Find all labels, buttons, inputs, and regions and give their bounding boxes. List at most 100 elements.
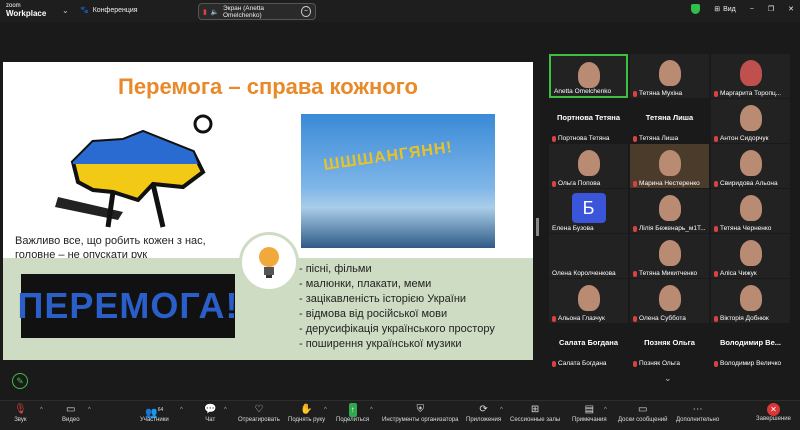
participant-tile[interactable]: Марина Нестеренко — [630, 144, 709, 188]
host-tools-label: Инструменты организатора — [382, 417, 459, 423]
participant-tile[interactable]: Аліса Чижук — [711, 234, 790, 278]
participant-tile[interactable]: Anetta Omelchenko — [549, 54, 628, 98]
participant-tile[interactable]: Олена Суббота — [630, 279, 709, 323]
participant-name: Лілія Беженарь_м1T... — [633, 225, 706, 232]
participant-tile[interactable]: Салата Богдана Салата Богдана — [549, 324, 628, 368]
chevron-up-icon[interactable]: ^ — [500, 407, 503, 413]
chevron-up-icon[interactable]: ^ — [370, 407, 373, 413]
meeting-info[interactable]: 🐾 Конференция — [80, 6, 138, 15]
more-button[interactable]: ⋯ Дополнительно — [676, 403, 719, 423]
mic-muted-icon — [714, 315, 718, 322]
end-call-icon: ✕ — [766, 403, 780, 416]
participant-tile[interactable]: Олена Королченкова — [549, 234, 628, 278]
speaker-icon: 🔈 — [210, 8, 219, 16]
annotate-icon[interactable]: ✎ — [12, 373, 28, 389]
close-icon[interactable]: ✕ — [788, 5, 794, 13]
participant-name: Олена Суббота — [633, 315, 686, 322]
resize-handle[interactable] — [536, 218, 539, 236]
participant-video — [577, 285, 600, 311]
shield-icon: ⛨ — [416, 404, 424, 415]
participant-big-name: Тетяна Лиша — [645, 113, 694, 122]
participant-name: Аліса Чижук — [714, 270, 757, 277]
mic-muted-icon — [714, 135, 718, 142]
host-tools-button[interactable]: ⛨ Инструменты организатора — [382, 403, 458, 423]
audio-button[interactable]: 🎙 Звук — [14, 403, 27, 423]
participant-tile[interactable]: Свиридова Альона — [711, 144, 790, 188]
subtext-line-1: Важливо все, що робить кожен з нас, — [15, 235, 206, 247]
participant-name: Свиридова Альона — [714, 180, 778, 187]
chevron-up-icon[interactable]: ^ — [40, 407, 43, 413]
participant-tile[interactable]: Лілія Беженарь_м1T... — [630, 189, 709, 233]
shield-icon[interactable] — [691, 4, 701, 14]
participant-name: Тетяна Микитченко — [633, 270, 697, 277]
chat-label: Чат — [205, 417, 216, 423]
ukraine-map-image — [55, 114, 213, 228]
mic-muted-icon — [714, 270, 718, 277]
react-label: Отреагировать — [238, 417, 280, 423]
participant-tile[interactable]: Позняк Ольга Позняк Ольга — [630, 324, 709, 368]
bullet-list: - пісні, фільми - малюнки, плакати, меми… — [299, 262, 495, 352]
participant-name: Тетяна Лиша — [633, 135, 678, 142]
participant-name: Маргарита Торопц... — [714, 90, 781, 97]
participant-tile[interactable]: Альона Глазчук — [549, 279, 628, 323]
participant-tile[interactable]: Тетяна Черненко — [711, 189, 790, 233]
chevron-up-icon[interactable]: ^ — [324, 407, 327, 413]
participants-icon: 👥64 — [145, 407, 164, 419]
chevron-up-icon[interactable]: ^ — [224, 407, 227, 413]
participant-video — [739, 195, 762, 221]
participant-video — [658, 285, 681, 311]
more-label: Дополнительно — [676, 417, 720, 423]
participant-tile[interactable]: Портнова Тетяна Портнова Тетяна — [549, 99, 628, 143]
participant-video — [577, 62, 600, 88]
participant-video — [739, 150, 762, 176]
participant-tile[interactable]: Б Елена Бузова — [549, 189, 628, 233]
chevron-down-icon[interactable]: ⌄ — [62, 6, 69, 15]
zoom-logo: zoom Workplace — [6, 2, 46, 18]
react-button[interactable]: ♡ Отреагировать — [238, 403, 280, 423]
participant-tile[interactable]: Володимир Ве... Володимир Величко — [711, 324, 790, 368]
participant-big-name: Володимир Ве... — [720, 338, 781, 347]
participant-tile[interactable]: Вікторія Добнюк — [711, 279, 790, 323]
participant-name: Альона Глазчук — [552, 315, 605, 322]
minimize-icon[interactable]: − — [750, 6, 754, 13]
bullet-item: - відмова від російської мови — [299, 308, 448, 320]
bullet-item: - поширення української музики — [299, 338, 462, 350]
end-button[interactable]: ✕ Завершение — [756, 403, 791, 422]
breakout-rooms-button[interactable]: ⊞ Сессионные залы — [510, 403, 560, 423]
participant-tile[interactable]: Тетяна Микитченко — [630, 234, 709, 278]
peremoga-banner: ПЕРЕМОГА! — [17, 274, 238, 338]
screen-share-pill[interactable]: ▮ 🔈 Экран (Anetta Omelchenko) − — [198, 3, 316, 20]
participant-big-name: Портнова Тетяна — [556, 113, 621, 122]
participant-tile[interactable]: Маргарита Торопц... — [711, 54, 790, 98]
meeting-toolbar: 🎙 Звук ^ ▭ Видео ^ 👥64 Участники ^ 💬 Чат… — [0, 400, 800, 430]
mic-muted-icon — [633, 270, 637, 277]
participant-tile[interactable]: Тетяна Мухіна — [630, 54, 709, 98]
logo-line2: Workplace — [6, 9, 47, 18]
share-button[interactable]: ↑ Поделиться — [336, 403, 369, 423]
stop-share-icon[interactable]: − — [300, 6, 311, 17]
participant-tile[interactable]: Ольга Попова — [549, 144, 628, 188]
participant-tile[interactable]: Тетяна Лиша Тетяна Лиша — [630, 99, 709, 143]
notes-button[interactable]: ▤ Примечания — [572, 403, 607, 423]
participant-video — [658, 240, 681, 266]
chat-button[interactable]: 💬 Чат — [204, 403, 216, 423]
mic-muted-icon — [633, 360, 637, 367]
rooms-icon: ⊞ — [530, 404, 540, 415]
participant-name: Позняк Ольга — [633, 360, 680, 367]
participant-tile[interactable]: Антон Сидорчук — [711, 99, 790, 143]
chevron-down-icon[interactable]: ⌄ — [664, 373, 672, 384]
end-label: Завершение — [756, 416, 791, 422]
chevron-up-icon[interactable]: ^ — [604, 407, 607, 413]
participants-button[interactable]: 👥64 Участники — [140, 403, 169, 423]
video-button[interactable]: ▭ Видео — [62, 403, 80, 423]
chevron-up-icon[interactable]: ^ — [88, 407, 91, 413]
docs-button[interactable]: ▭ Доски сообщений — [618, 403, 668, 423]
restore-icon[interactable]: ❐ — [768, 5, 774, 13]
participant-video — [658, 150, 681, 176]
view-menu[interactable]: ⊞ Вид — [714, 5, 736, 14]
mic-muted-icon — [714, 360, 718, 367]
apps-button[interactable]: ⟳ Приложения — [466, 403, 501, 423]
raise-hand-button[interactable]: ✋ Поднять руку — [288, 403, 325, 423]
share-thumb-icon: ▮ — [203, 8, 207, 16]
chevron-up-icon[interactable]: ^ — [180, 407, 183, 413]
